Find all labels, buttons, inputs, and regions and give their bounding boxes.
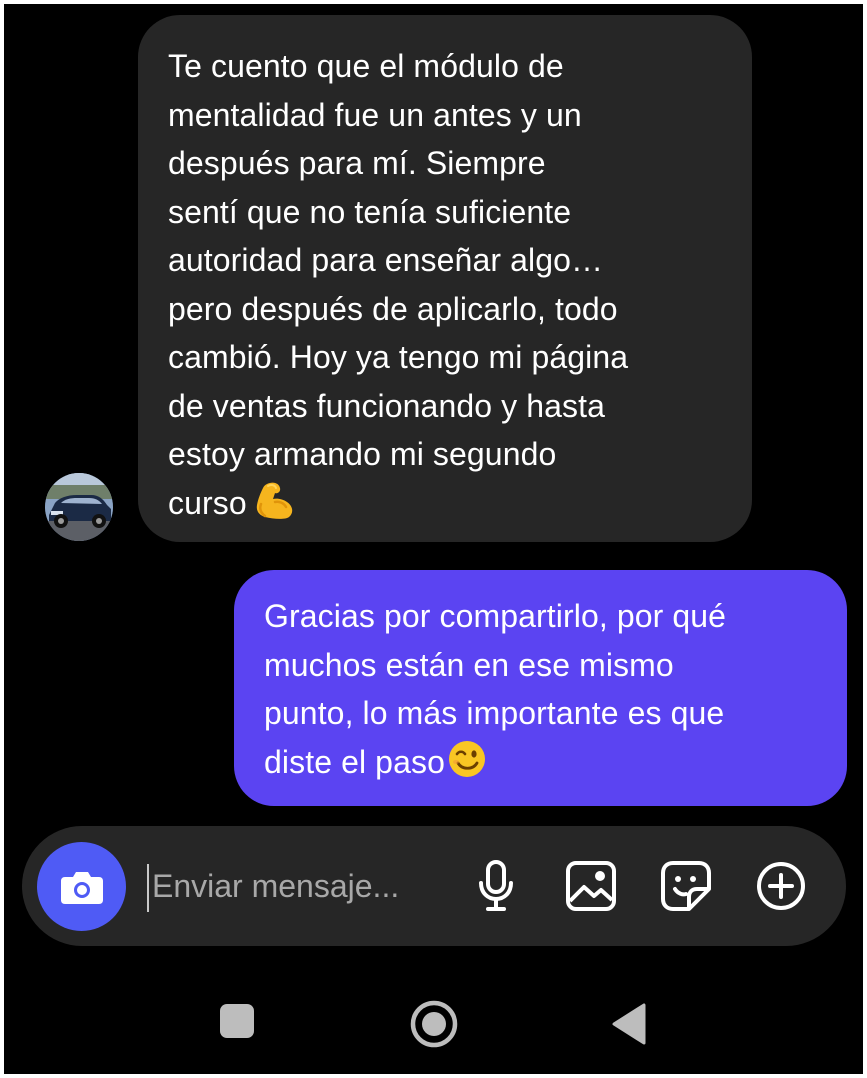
incoming-message-line: autoridad para enseñar algo… [168,242,604,278]
incoming-message-line: curso [168,484,247,521]
message-composer [22,826,846,946]
sender-avatar[interactable] [45,473,113,541]
text-cursor [147,864,149,912]
outgoing-message-line: punto, lo más importante es que [264,695,725,731]
incoming-message-line: de ventas funcionando y hasta [168,387,605,424]
recent-apps-icon [220,1004,254,1038]
home-icon [410,1000,458,1048]
outgoing-message-bubble[interactable]: Gracias por compartirlo, por qué muchos … [234,570,847,806]
back-icon [612,1003,646,1045]
gallery-button[interactable] [562,857,620,915]
incoming-message-line: sentí que no tenía suficiente [168,193,572,230]
incoming-message-line: mentalidad fue un antes y un [168,96,582,133]
incoming-message-last-line: curso [168,479,722,534]
outgoing-message-last-line: diste el paso [264,738,819,793]
incoming-message-line: Te cuento que el módulo de [168,48,564,84]
incoming-message-line: cambió. Hoy ya tengo mi página [168,339,629,375]
add-circle-icon [757,862,805,910]
incoming-message-bubble[interactable]: Te cuento que el módulo de mentalidad fu… [138,15,752,542]
outgoing-message-line: diste el paso [264,743,445,780]
camera-button[interactable] [37,842,126,931]
microphone-icon [479,860,513,911]
sticker-button[interactable] [657,857,715,915]
more-options-button[interactable] [752,857,810,915]
gallery-icon [566,861,616,911]
car-photo-icon [45,473,113,541]
outgoing-message-line: Gracias por compartirlo, por qué [264,598,727,634]
back-button[interactable] [604,996,654,1052]
sticker-icon [661,861,711,911]
winking-face-icon [447,739,487,793]
incoming-message-line: estoy armando mi segundo [168,436,557,472]
incoming-message-line: después para mí. Siempre [168,145,546,181]
recent-apps-button[interactable] [212,996,262,1046]
message-input[interactable] [146,856,462,916]
system-navigation-bar [4,974,863,1074]
home-button[interactable] [406,996,462,1052]
chat-screen: Te cuento que el módulo de mentalidad fu… [4,4,863,1074]
incoming-message-line: pero después de aplicarlo, todo [168,290,618,327]
outgoing-message-line: muchos están en ese mismo [264,646,674,683]
flexed-biceps-icon [253,480,297,534]
camera-icon [60,871,103,904]
voice-message-button[interactable] [467,857,525,915]
